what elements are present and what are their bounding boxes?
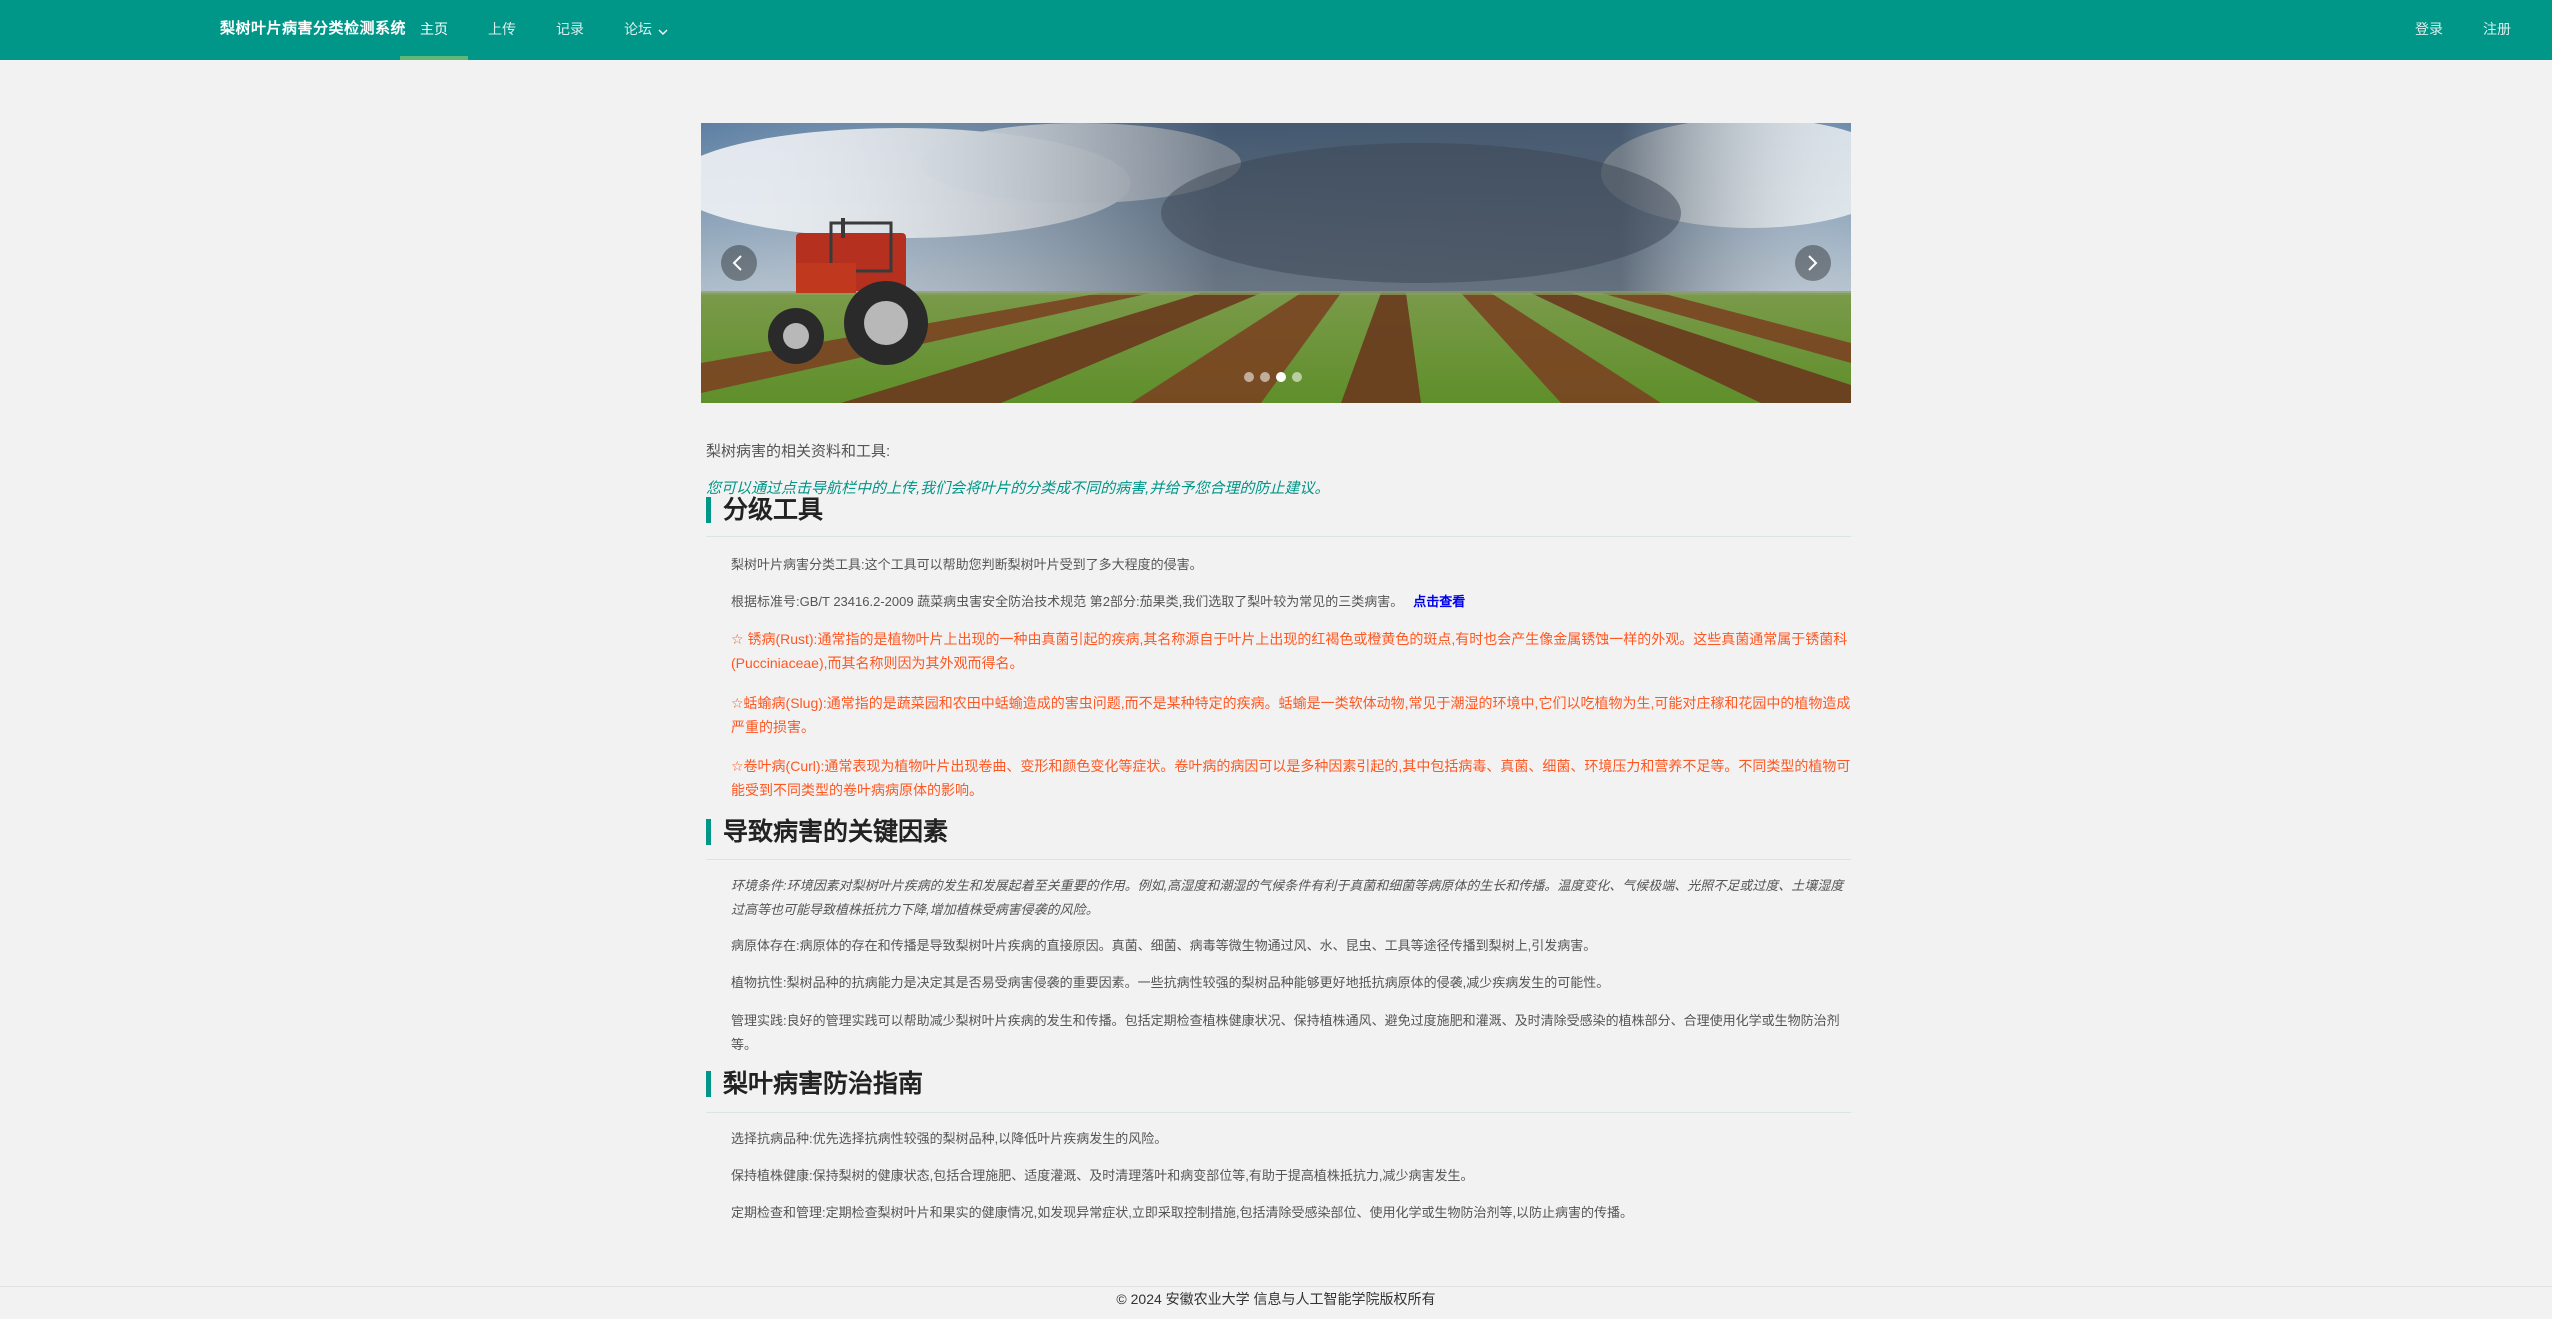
footer-copyright: © 2024 安徽农业大学 信息与人工智能学院版权所有 (0, 1286, 2552, 1319)
carousel-next-button[interactable] (1795, 245, 1831, 281)
intro-text: 梨树病害的相关资料和工具: (706, 443, 891, 460)
standard-text: 根据标准号:GB/T 23416.2-2009 蔬菜病虫害安全防治技术规范 第2… (731, 594, 1404, 609)
paragraph-pathogen: 病原体存在:病原体的存在和传播是导致梨树叶片疾病的直接原因。真菌、细菌、病毒等微… (731, 938, 1597, 953)
section-title-prevention-guide: 梨叶病害防治指南 (706, 1071, 923, 1097)
active-nav-indicator (400, 56, 468, 60)
paragraph-plant-health: 保持植株健康:保持梨树的健康状态,包括合理施肥、适度灌溉、及时清理落叶和病变部位… (731, 1168, 1474, 1183)
register-link[interactable]: 注册 (2483, 0, 2511, 60)
carousel-prev-button[interactable] (721, 245, 757, 281)
paragraph-resistance: 植物抗性:梨树品种的抗病能力是决定其是否易受病害侵袭的重要因素。一些抗病性较强的… (731, 975, 1610, 990)
paragraph-slug: ☆蛞蝓病(Slug):通常指的是蔬菜园和农田中蛞蝓造成的害虫问题,而不是某种特定… (731, 695, 1851, 735)
chevron-down-icon (658, 1, 668, 59)
chevron-right-icon (1808, 255, 1818, 271)
paragraph-standard: 根据标准号:GB/T 23416.2-2009 蔬菜病虫害安全防治技术规范 第2… (731, 590, 1851, 614)
section-title-key-factors: 导致病害的关键因素 (706, 819, 948, 845)
view-standard-link[interactable]: 点击查看 (1413, 594, 1465, 609)
section-divider (706, 1112, 1851, 1113)
paragraph-regular-inspection: 定期检查和管理:定期检查梨树叶片和果实的健康情况,如发现异常症状,立即采取控制措… (731, 1205, 1634, 1220)
nav-forum[interactable]: 论坛 (624, 0, 668, 60)
section-title-grading-tool: 分级工具 (706, 497, 823, 523)
nav-forum-label: 论坛 (624, 21, 652, 37)
carousel-dot-2[interactable] (1260, 372, 1270, 382)
app-title[interactable]: 梨树叶片病害分类检测系统 (220, 0, 406, 60)
carousel-dot-4[interactable] (1292, 372, 1302, 382)
section-divider (706, 859, 1851, 860)
section-divider (706, 536, 1851, 537)
paragraph-rust: ☆ 锈病(Rust):通常指的是植物叶片上出现的一种由真菌引起的疾病,其名称源自… (731, 631, 1848, 671)
paragraph-tool-desc: 梨树叶片病害分类工具:这个工具可以帮助您判断梨树叶片受到了多大程度的侵害。 (731, 557, 1203, 572)
carousel-slide-image (701, 123, 1851, 403)
carousel-dot-3[interactable] (1276, 372, 1286, 382)
nav-upload[interactable]: 上传 (488, 0, 516, 60)
paragraph-management: 管理实践:良好的管理实践可以帮助减少梨树叶片疾病的发生和传播。包括定期检查植株健… (731, 1013, 1840, 1052)
image-carousel[interactable] (701, 123, 1851, 403)
nav-home[interactable]: 主页 (420, 0, 448, 60)
upload-tip: 您可以通过点击导航栏中的上传,我们会将叶片的分类成不同的病害,并给予您合理的防止… (706, 480, 1330, 497)
chevron-left-icon (732, 255, 742, 271)
carousel-indicators (1244, 372, 1308, 384)
paragraph-environment: 环境条件:环境因素对梨树叶片疾病的发生和发展起着至关重要的作用。例如,高湿度和潮… (731, 878, 1844, 917)
carousel-dot-1[interactable] (1244, 372, 1254, 382)
paragraph-resistant-varieties: 选择抗病品种:优先选择抗病性较强的梨树品种,以降低叶片疾病发生的风险。 (731, 1131, 1168, 1146)
nav-records[interactable]: 记录 (556, 0, 584, 60)
login-link[interactable]: 登录 (2415, 0, 2443, 60)
paragraph-curl: ☆卷叶病(Curl):通常表现为植物叶片出现卷曲、变形和颜色变化等症状。卷叶病的… (731, 758, 1851, 798)
top-navbar: 梨树叶片病害分类检测系统 主页 上传 记录 论坛 登录 注册 (0, 0, 2552, 60)
